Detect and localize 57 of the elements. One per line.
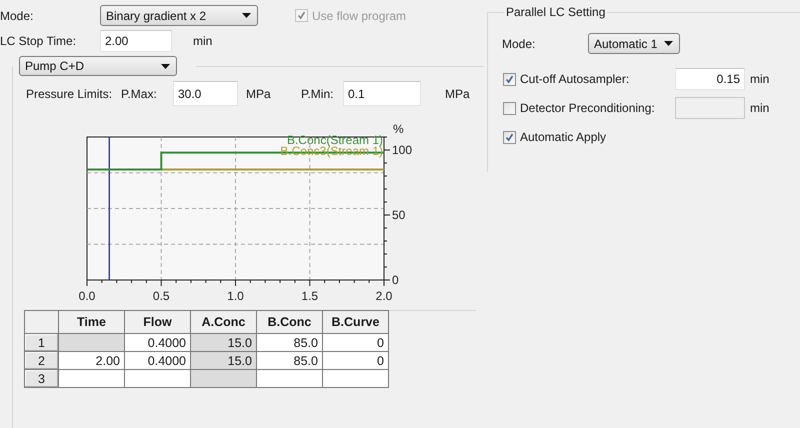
y-axis-label: %	[393, 122, 404, 136]
checkbox-label: Automatic Apply	[520, 130, 606, 144]
table-cell[interactable]	[256, 370, 322, 388]
x-tick-label: 1.5	[301, 289, 318, 303]
caret-icon	[664, 41, 673, 46]
x-tick-label: 0.0	[78, 289, 96, 303]
table-cell[interactable]	[124, 370, 190, 388]
y-tick-label: 0	[392, 273, 399, 287]
field-label: LC Stop Time:	[0, 34, 78, 48]
x-tick-label: 1.0	[227, 289, 244, 303]
x-tick-label: 0.5	[152, 289, 170, 303]
group-title: Parallel LC Setting	[504, 5, 608, 19]
unit-label: min	[193, 34, 212, 48]
table-cell[interactable]: 0	[322, 334, 388, 352]
unit-label: min	[750, 101, 770, 115]
legend-label: B.Conc(Stream 1)	[286, 133, 383, 147]
checkbox[interactable]	[503, 72, 516, 86]
row-number[interactable]: 2	[24, 352, 58, 370]
pump-dropdown[interactable]: Pump C+D	[19, 56, 177, 76]
max-pressure-field[interactable]: 30.0	[173, 81, 238, 106]
checkbox-label: Detector Preconditioning:	[520, 101, 655, 115]
x-tick-label: 2.0	[376, 289, 392, 303]
row-number[interactable]: 3	[24, 370, 58, 388]
column-header: B.Conc	[256, 310, 322, 334]
field-label: P.Min:	[301, 86, 334, 100]
field-label: Mode:	[0, 8, 34, 22]
table-cell[interactable]: 2.00	[58, 352, 124, 370]
field-label: Pressure Limits:	[26, 86, 114, 100]
unit-label: min	[750, 72, 770, 86]
table-cell[interactable]: 85.0	[256, 352, 322, 370]
y-tick-label: 100	[392, 143, 412, 157]
table-cell[interactable]	[322, 370, 388, 388]
stop-time-field[interactable]: 2.00	[100, 30, 172, 52]
column-header: Time	[58, 310, 124, 334]
caret-icon	[242, 13, 251, 18]
checkbox-label: Cut-off Autosampler:	[520, 72, 630, 86]
table-cell[interactable]: 0.4000	[124, 334, 190, 352]
row-number[interactable]: 1	[24, 334, 58, 352]
y-tick-label: 50	[392, 208, 406, 222]
mode-dropdown[interactable]: Binary gradient x 2	[100, 5, 258, 26]
column-header: Flow	[124, 310, 190, 334]
table-cell[interactable]	[58, 370, 124, 388]
min-pressure-field[interactable]: 0.1	[343, 81, 421, 106]
unit-label: MPa	[445, 86, 470, 100]
table-cell[interactable]: 85.0	[256, 334, 322, 352]
caret-icon	[161, 64, 170, 68]
field-label: Mode:	[502, 36, 536, 50]
column-header: A.Conc	[190, 310, 256, 334]
value-field[interactable]: 0.15	[675, 68, 745, 90]
table-cell[interactable]: 0	[322, 352, 388, 370]
unit-label: MPa	[246, 86, 272, 100]
field-label: P.Max:	[121, 86, 158, 100]
checkbox[interactable]	[503, 130, 516, 144]
table-cell[interactable]: 0.4000	[124, 352, 190, 370]
checkbox-label: Use flow program	[312, 8, 406, 22]
column-header: B.Curve	[322, 310, 388, 334]
parallel-mode-dropdown[interactable]: Automatic 1	[588, 33, 680, 54]
